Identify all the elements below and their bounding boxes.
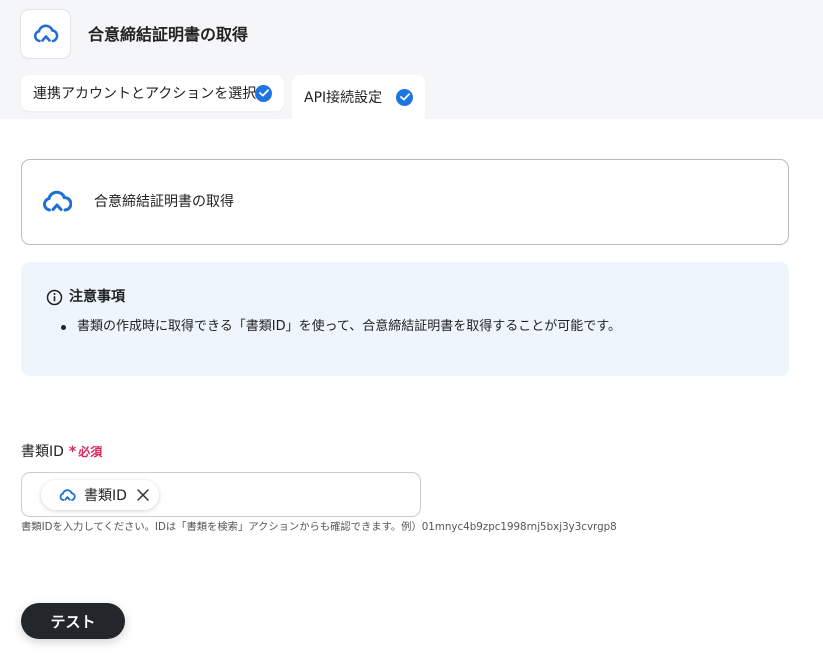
- notice-header: 注意事項: [46, 287, 125, 307]
- tab-label: 連携アカウントとアクションを選択: [33, 86, 257, 102]
- field-label-text: 書類ID: [21, 444, 64, 460]
- chip-label: 書類ID: [84, 488, 127, 504]
- selected-action-card: 合意締結証明書の取得: [21, 159, 789, 245]
- test-button[interactable]: テスト: [21, 603, 125, 639]
- notice-box: 注意事項 書類の作成時に取得できる「書類ID」を使って、合意締結証明書を取得する…: [21, 262, 789, 376]
- info-icon: [46, 289, 63, 305]
- variable-chip[interactable]: 書類ID: [41, 480, 159, 510]
- page-title: 合意締結証明書の取得: [88, 25, 249, 44]
- field-help-text: 書類IDを入力してください。IDは「書類を検索」アクションからも確認できます。例…: [21, 521, 617, 533]
- required-label: 必須: [78, 445, 103, 459]
- notice-item: 書類の作成時に取得できる「書類ID」を使って、合意締結証明書を取得することが可能…: [61, 317, 621, 337]
- check-icon: [255, 84, 272, 102]
- tab-api-settings[interactable]: API接続設定: [292, 75, 425, 119]
- cloud-upload-icon: [43, 190, 72, 212]
- notice-item-text: 書類の作成時に取得できる「書類ID」を使って、合意締結証明書を取得することが可能…: [77, 319, 621, 334]
- required-asterisk: *: [68, 444, 77, 460]
- close-icon[interactable]: [137, 489, 149, 501]
- header-area: 合意締結証明書の取得 連携アカウントとアクションを選択 API接続設定: [0, 0, 823, 119]
- notice-title: 注意事項: [69, 289, 125, 305]
- check-icon: [396, 88, 413, 106]
- app-logo: [20, 9, 71, 59]
- cloud-upload-icon: [33, 24, 58, 43]
- cloud-upload-icon: [59, 488, 76, 501]
- bullet-icon: [61, 324, 66, 330]
- action-label: 合意締結証明書の取得: [94, 194, 234, 210]
- tab-label: API接続設定: [304, 90, 383, 106]
- field-label: 書類ID * 必須: [21, 442, 102, 462]
- tab-account-action[interactable]: 連携アカウントとアクションを選択: [21, 75, 284, 111]
- document-id-input[interactable]: 書類ID: [21, 472, 421, 517]
